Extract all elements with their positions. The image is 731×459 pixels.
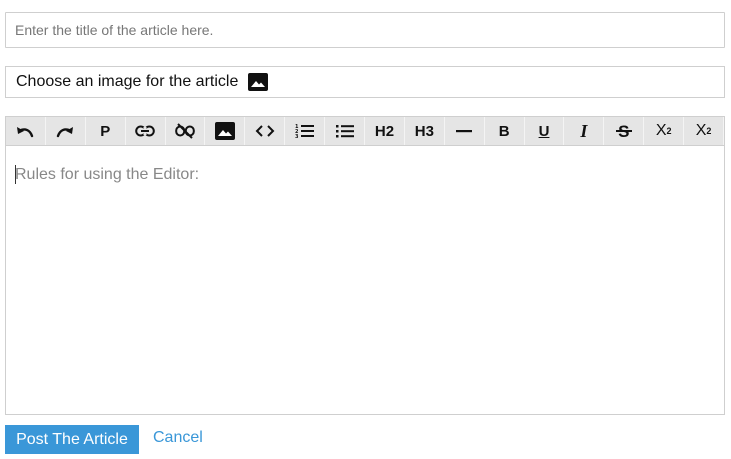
choose-image-button[interactable]: Choose an image for the article bbox=[5, 66, 725, 98]
subscript-label: X bbox=[655, 122, 667, 139]
unlink-icon bbox=[175, 123, 195, 139]
redo-button[interactable] bbox=[46, 117, 86, 145]
horizontal-rule-button[interactable] bbox=[445, 117, 485, 145]
underline-label: U bbox=[538, 122, 550, 140]
code-button[interactable] bbox=[245, 117, 286, 145]
link-icon bbox=[135, 125, 155, 137]
heading-2-button[interactable]: H2 bbox=[365, 117, 405, 145]
undo-icon bbox=[17, 127, 34, 138]
heading-3-label: H3 bbox=[414, 122, 434, 140]
horizontal-rule-icon bbox=[456, 130, 473, 133]
image-icon bbox=[248, 73, 269, 91]
strikethrough-button[interactable]: S bbox=[604, 117, 645, 145]
insert-image-button[interactable] bbox=[205, 117, 246, 145]
choose-image-label: Choose an image for the article bbox=[16, 73, 239, 90]
underline-button[interactable]: U bbox=[525, 117, 565, 145]
code-icon bbox=[255, 125, 275, 137]
redo-icon bbox=[57, 127, 74, 138]
editor-placeholder: Rules for using the Editor: bbox=[15, 166, 200, 183]
heading-2-label: H2 bbox=[374, 122, 395, 140]
post-article-button[interactable]: Post The Article bbox=[5, 425, 139, 454]
image-icon bbox=[214, 122, 235, 140]
unlink-button[interactable] bbox=[166, 117, 206, 145]
heading-3-button[interactable]: H3 bbox=[405, 117, 445, 145]
bold-label: B bbox=[498, 122, 510, 140]
rich-text-editor: P 1 2 3 H2 H3 B U I X 2 X 2 Rules for us… bbox=[5, 116, 725, 415]
text-caret bbox=[15, 165, 16, 184]
strikethrough-icon bbox=[615, 130, 632, 132]
cancel-link[interactable]: Cancel bbox=[153, 429, 203, 447]
editor-content-area[interactable]: Rules for using the Editor: bbox=[6, 146, 724, 414]
article-title-input[interactable] bbox=[5, 12, 725, 48]
bold-button[interactable]: B bbox=[485, 117, 525, 145]
undo-button[interactable] bbox=[6, 117, 46, 145]
italic-label: I bbox=[580, 121, 588, 141]
ordered-list-button[interactable]: 1 2 3 bbox=[285, 117, 326, 145]
subscript-button[interactable]: X2 bbox=[644, 117, 685, 145]
superscript-button[interactable]: X2 bbox=[684, 117, 725, 145]
ordered-list-icon: 1 2 3 bbox=[295, 124, 314, 139]
italic-button[interactable]: I bbox=[564, 117, 605, 145]
link-button[interactable] bbox=[126, 117, 166, 145]
unordered-list-button[interactable] bbox=[325, 117, 366, 145]
subscript-mark: 2 bbox=[666, 126, 672, 136]
editor-toolbar: P 1 2 3 H2 H3 B U I X 2 X 2 bbox=[6, 117, 725, 146]
superscript-label: X bbox=[695, 122, 707, 139]
paragraph-button[interactable]: P bbox=[86, 117, 126, 145]
paragraph-label: P bbox=[100, 122, 111, 140]
unordered-list-icon bbox=[335, 125, 354, 138]
superscript-mark: 2 bbox=[706, 126, 712, 136]
svg-text:3: 3 bbox=[295, 134, 299, 139]
